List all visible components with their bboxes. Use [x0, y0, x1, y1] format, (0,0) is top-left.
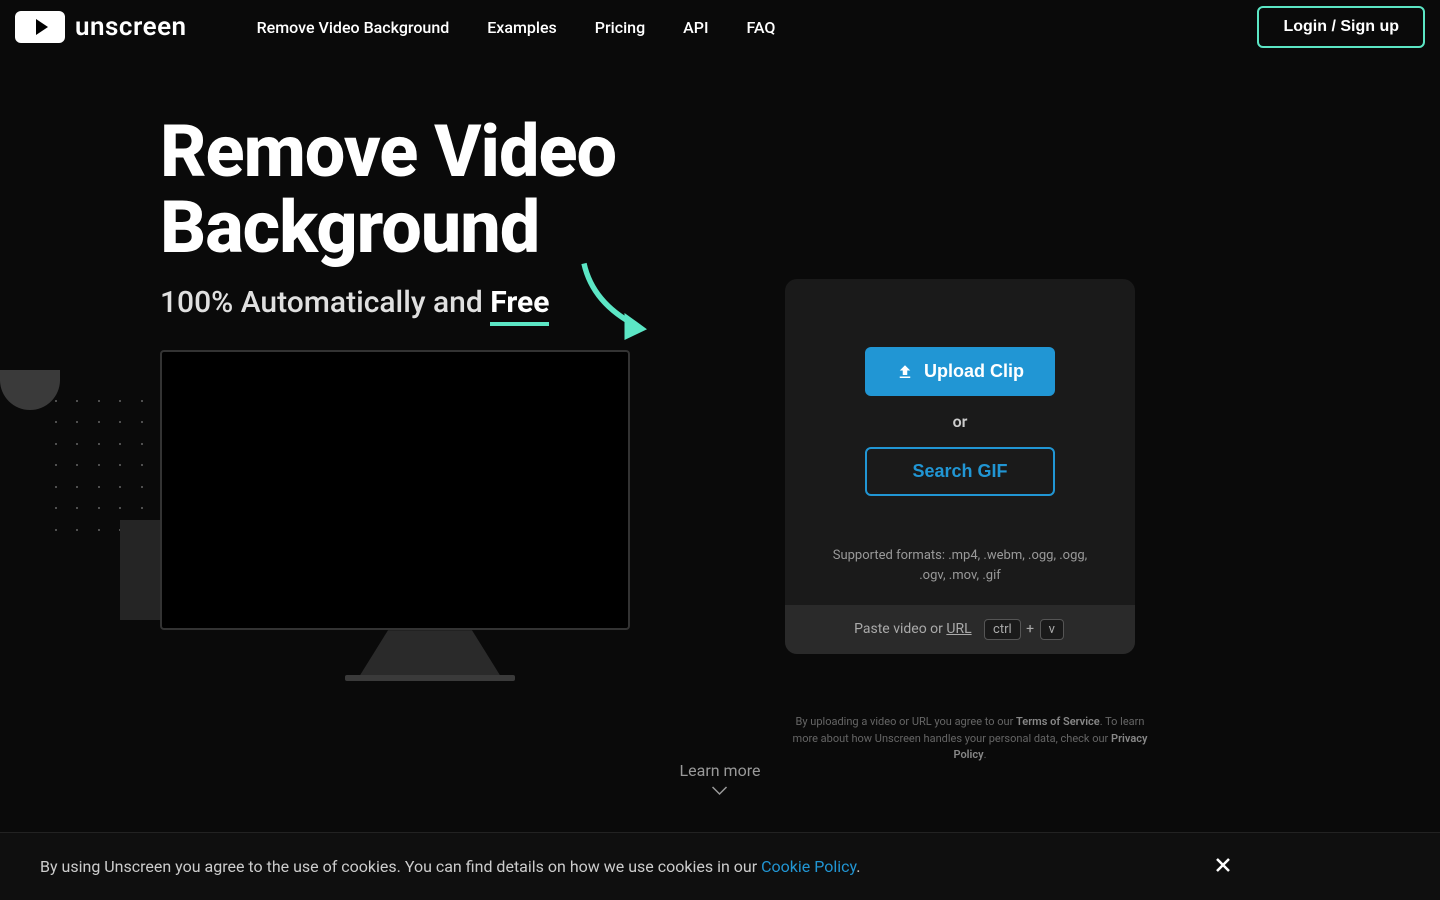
search-gif-button[interactable]: Search GIF — [865, 447, 1055, 496]
nav-pricing[interactable]: Pricing — [595, 18, 645, 37]
learn-more-label: Learn more — [680, 761, 761, 780]
cookie-banner: By using Unscreen you agree to the use o… — [0, 832, 1440, 900]
chevron-down-icon — [712, 786, 728, 796]
learn-more-link[interactable]: Learn more — [680, 761, 761, 800]
hero-section: Remove Video Background 100% Automatical… — [0, 104, 700, 840]
kbd-v: v — [1040, 619, 1064, 640]
login-signup-button[interactable]: Login / Sign up — [1257, 6, 1425, 48]
supported-formats-text: Supported formats: .mp4, .webm, .ogg, .o… — [813, 546, 1107, 585]
kbd-ctrl: ctrl — [984, 619, 1021, 640]
paste-bar: Paste video or URL ctrl + v — [785, 605, 1135, 654]
upload-clip-button[interactable]: Upload Clip — [865, 347, 1055, 396]
nav-api[interactable]: API — [683, 18, 708, 37]
arrow-decoration-icon — [575, 259, 665, 349]
header: unscreen Remove Video Background Example… — [0, 0, 1440, 54]
header-left: unscreen Remove Video Background Example… — [15, 11, 775, 43]
monitor-screen — [160, 350, 630, 630]
hero-title: Remove Video Background — [160, 114, 700, 265]
terms-link[interactable]: Terms of Service — [1016, 715, 1100, 728]
upload-section: Upload Clip or Search GIF Supported form… — [700, 104, 1440, 840]
monitor-illustration — [160, 350, 700, 681]
upload-disclaimer: By uploading a video or URL you agree to… — [785, 714, 1155, 764]
or-divider: or — [813, 412, 1107, 431]
nav-remove-bg[interactable]: Remove Video Background — [257, 18, 450, 37]
nav-examples[interactable]: Examples — [487, 18, 557, 37]
main-content: Remove Video Background 100% Automatical… — [0, 54, 1440, 840]
logo[interactable]: unscreen — [15, 11, 187, 43]
monitor-stand — [360, 630, 500, 675]
upload-icon — [896, 363, 914, 381]
close-icon — [1216, 858, 1230, 872]
nav-faq[interactable]: FAQ — [747, 18, 776, 37]
cookie-policy-link[interactable]: Cookie Policy — [761, 857, 856, 876]
monitor-base — [345, 675, 515, 681]
cookie-text: By using Unscreen you agree to the use o… — [40, 857, 860, 876]
url-link[interactable]: URL — [946, 621, 971, 637]
upload-panel: Upload Clip or Search GIF Supported form… — [785, 279, 1135, 654]
logo-text: unscreen — [75, 12, 187, 42]
cookie-close-button[interactable] — [1206, 851, 1240, 882]
play-icon — [15, 11, 65, 43]
main-nav: Remove Video Background Examples Pricing… — [257, 18, 776, 37]
